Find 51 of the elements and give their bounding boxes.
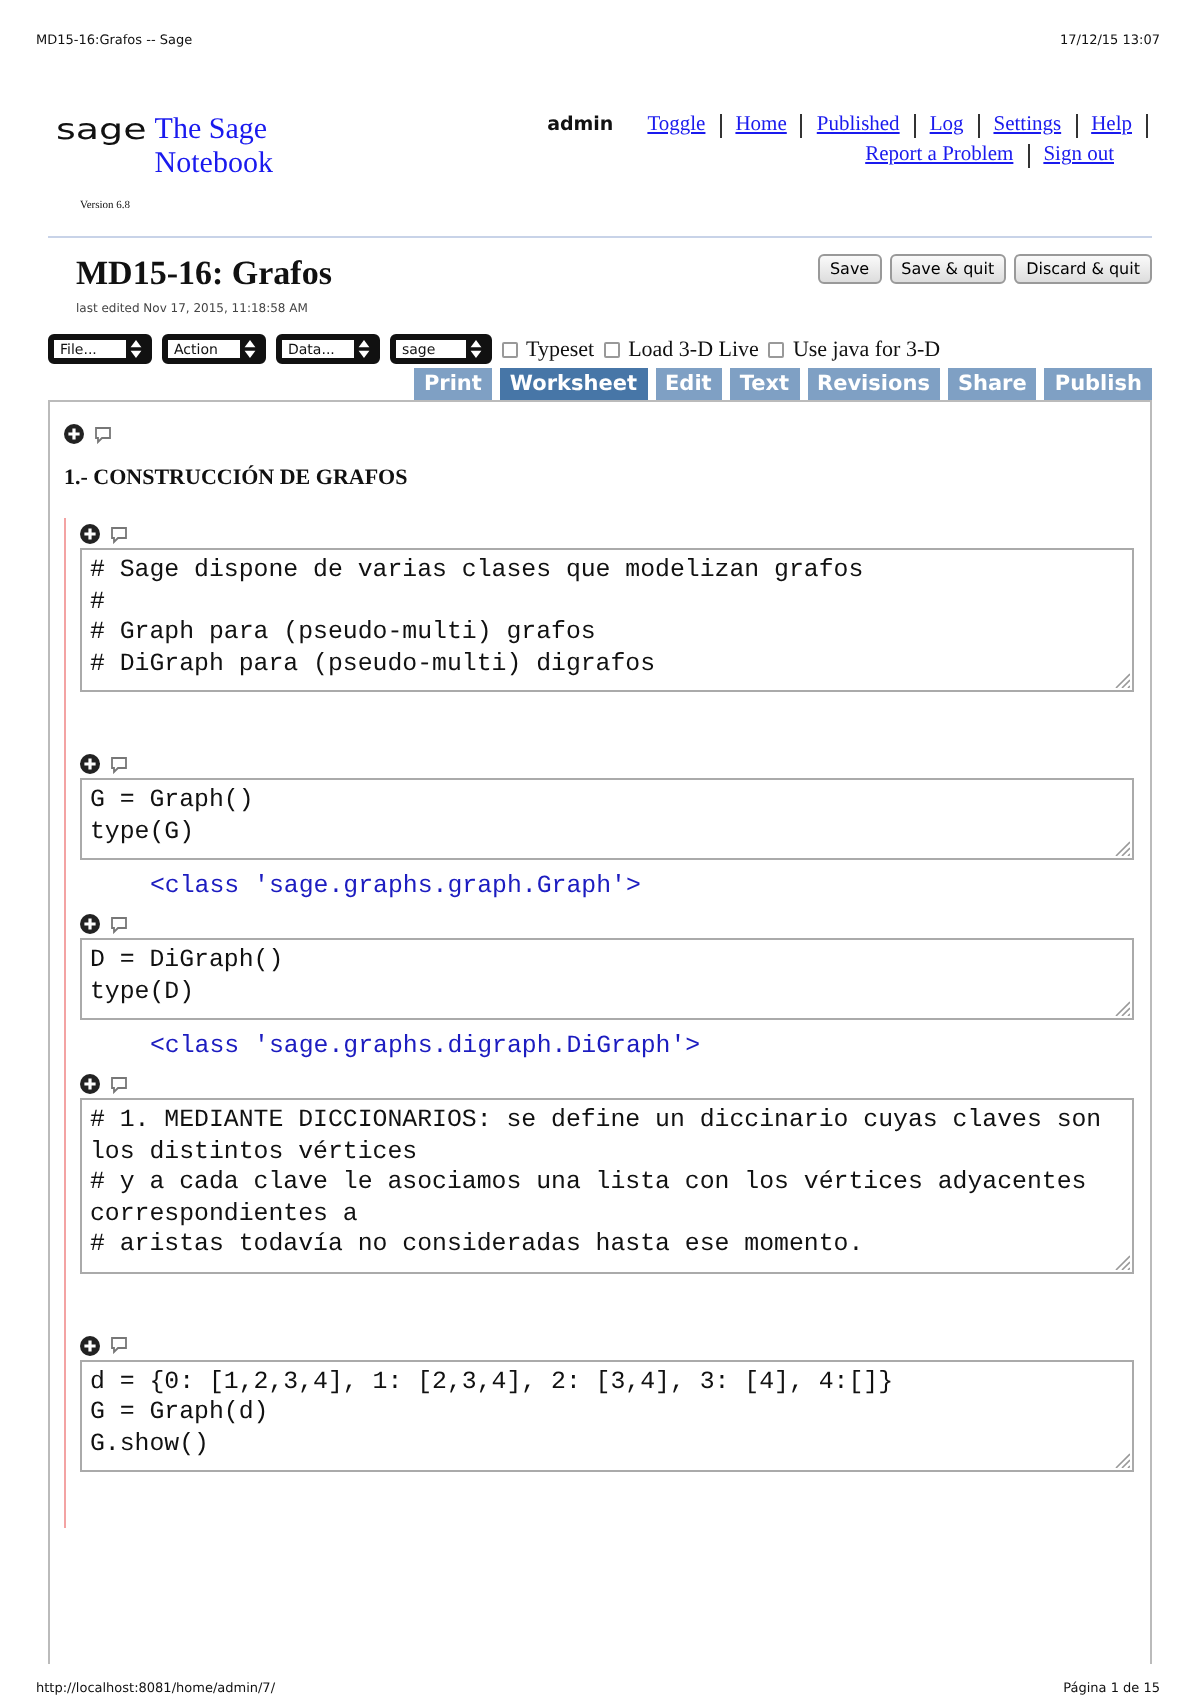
nav-link[interactable]: Log	[915, 114, 980, 138]
comment-icon[interactable]	[94, 425, 112, 443]
notebook-title-link[interactable]: The Sage Notebook	[154, 114, 295, 182]
nav-link[interactable]: Help	[1077, 114, 1148, 138]
comment-icon[interactable]	[110, 1075, 128, 1093]
action-button[interactable]: Save	[817, 254, 882, 284]
resize-grip-icon[interactable]	[1114, 672, 1130, 688]
code-input[interactable]: d = {0: [1,2,3,4], 1: [2,3,4], 2: [3,4], 3: [4], 4:[]} G = Graph(d) G.show()	[80, 1359, 1134, 1472]
username: admin	[547, 114, 614, 136]
code-input[interactable]: G = Graph() type(G)	[80, 778, 1134, 860]
tab[interactable]: Worksheet	[499, 368, 647, 400]
code-input[interactable]: # 1. MEDIANTE DICCIONARIOS: se define un diccinario cuyas claves son los distintos vértices # y a cada clave le asociamos una lista con los vértices adyacentes correspondientes a # aristas todavía no consideradas hasta ese momento.	[80, 1098, 1134, 1273]
resize-grip-icon[interactable]	[1114, 1452, 1130, 1468]
add-cell-icon[interactable]	[80, 524, 100, 544]
code-input[interactable]: # Sage dispone de varias clases que modelizan grafos # # Graph para (pseudo-multi) grafos # DiGraph para (pseudo-multi) digrafos	[80, 548, 1134, 692]
nav-link[interactable]: Published	[802, 114, 916, 138]
action-button[interactable]: Save & quit	[889, 254, 1007, 284]
action-button[interactable]: Discard & quit	[1014, 254, 1152, 284]
checkbox[interactable]	[604, 341, 621, 357]
worksheet-title: MD15-16: Grafos	[76, 254, 332, 294]
comment-icon[interactable]	[110, 755, 128, 773]
code-input[interactable]: D = DiGraph() type(D)	[80, 938, 1134, 1020]
checkbox[interactable]	[768, 341, 785, 357]
nav-link[interactable]: Sign out	[1029, 144, 1128, 168]
resize-grip-icon[interactable]	[1114, 840, 1130, 856]
dropdown-arrows-icon	[466, 340, 486, 358]
cell-output: <class 'sage.graphs.graph.Graph'>	[148, 870, 643, 904]
dropdown-arrows-icon	[354, 340, 374, 358]
add-cell-icon[interactable]	[80, 1335, 100, 1355]
dropdown-arrows-icon	[240, 340, 260, 358]
add-cell-icon[interactable]	[80, 754, 100, 774]
nav-link[interactable]: Home	[721, 114, 803, 138]
nav-link[interactable]: Report a Problem	[851, 144, 1030, 168]
checkbox[interactable]	[502, 341, 518, 357]
resize-grip-icon[interactable]	[1114, 1253, 1130, 1269]
checkbox-label: Typeset	[526, 337, 595, 361]
add-cell-icon[interactable]	[80, 1074, 100, 1094]
resize-grip-icon[interactable]	[1114, 1000, 1130, 1016]
checkbox-label: Use java for 3-D	[792, 337, 941, 361]
cell-output: <class 'sage.graphs.digraph.DiGraph'>	[148, 1030, 703, 1064]
comment-icon[interactable]	[110, 1336, 128, 1354]
sage-logo: sage	[56, 118, 147, 144]
section-heading: 1.- CONSTRUCCIÓN DE GRAFOS	[64, 466, 410, 490]
nav-link[interactable]: Settings	[979, 114, 1078, 138]
add-cell-icon[interactable]	[64, 424, 84, 444]
dropdown-arrows-icon	[126, 340, 146, 358]
add-cell-icon[interactable]	[80, 914, 100, 934]
comment-icon[interactable]	[110, 915, 128, 933]
comment-icon[interactable]	[110, 525, 128, 543]
checkbox-label: Load 3-D Live	[628, 337, 759, 361]
nav-link[interactable]: Toggle	[633, 114, 722, 138]
